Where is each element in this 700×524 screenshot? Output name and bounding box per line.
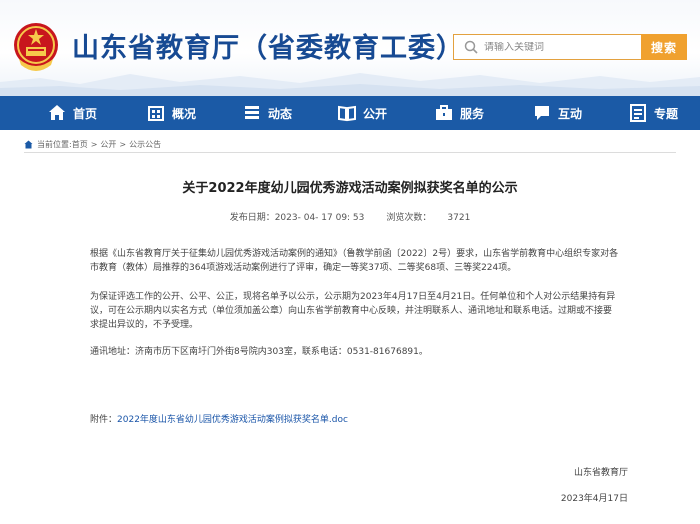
- nav-item-service[interactable]: 服务: [435, 96, 484, 130]
- search-box: [453, 34, 641, 60]
- nav-label-overview: 概况: [172, 106, 197, 121]
- search-icon: [464, 40, 478, 54]
- nav-label-topics: 专题: [654, 106, 679, 121]
- nav-label-home: 首页: [73, 106, 98, 121]
- views-label: 浏览次数：: [386, 213, 432, 223]
- nav-label-news: 动态: [268, 106, 293, 121]
- site-header: 山东省教育厅（省委教育工委） 搜索: [0, 0, 700, 96]
- attachment-link[interactable]: 2022年度山东省幼儿园优秀游戏活动案例拟获奖名单.doc: [117, 415, 348, 425]
- chat-icon: [535, 106, 549, 120]
- views-count: 3721: [447, 213, 471, 223]
- nav-item-news[interactable]: 动态: [243, 96, 292, 130]
- book-icon: [338, 105, 356, 122]
- breadcrumb-separator: >: [119, 140, 127, 149]
- article-paragraph: 通讯地址：济南市历下区南圩门外街8号院内303室，联系电话：0531-81676…: [90, 347, 428, 357]
- nav-item-overview[interactable]: 概况: [147, 96, 196, 130]
- list-icon: [630, 104, 646, 122]
- breadcrumb-item-notices[interactable]: 公示公告: [129, 139, 161, 150]
- breadcrumb-divider: [24, 152, 676, 153]
- signature-date: 2023年4月17日: [560, 494, 628, 504]
- nav-item-public[interactable]: 公开: [338, 96, 387, 130]
- nav-item-interaction[interactable]: 互动: [533, 96, 582, 130]
- stack-icon: [245, 106, 259, 119]
- breadcrumb: 当前位置: 首页 > 公开 > 公示公告: [24, 139, 161, 150]
- attachment: 附件：2022年度山东省幼儿园优秀游戏活动案例拟获奖名单.doc: [90, 412, 348, 425]
- article-paragraph: 根据《山东省教育厅关于征集幼儿园优秀游戏活动案例的通知》（鲁教学前函〔2022〕…: [90, 249, 619, 273]
- nav-label-interaction: 互动: [558, 106, 583, 121]
- search-input[interactable]: [484, 41, 634, 53]
- nav-item-home[interactable]: 首页: [48, 96, 97, 130]
- publish-date: 2023- 04- 17 09: 53: [274, 213, 365, 223]
- breadcrumb-prefix: 当前位置:: [37, 140, 72, 149]
- search-button[interactable]: 搜索: [641, 34, 687, 60]
- main-nav: 首页 概况 动态 公开 服务 互动 专题: [0, 96, 700, 130]
- signature-org: 山东省教育厅: [573, 468, 628, 478]
- briefcase-icon: [436, 105, 452, 120]
- article-meta: 发布日期：2023- 04- 17 09: 53 浏览次数： 3721: [0, 210, 700, 223]
- article-paragraph: 为保证评选工作的公开、公平、公正，现将名单予以公示，公示期为2023年4月17日…: [90, 292, 616, 330]
- publish-date-label: 发布日期：: [229, 213, 275, 223]
- breadcrumb-separator: >: [90, 140, 98, 149]
- attachment-label: 附件：: [90, 415, 118, 425]
- article-title: 关于2022年度幼儿园优秀游戏活动案例拟获奖名单的公示: [182, 181, 518, 196]
- breadcrumb-item-public[interactable]: 公开: [100, 139, 116, 150]
- home-icon: [49, 105, 65, 120]
- nav-label-service: 服务: [460, 106, 485, 121]
- building-icon: [148, 106, 164, 121]
- nav-label-public: 公开: [363, 106, 388, 121]
- breadcrumb-item-home[interactable]: 首页: [72, 139, 88, 150]
- location-home-icon: [24, 140, 33, 149]
- site-title[interactable]: 山东省教育厅（省委教育工委）: [72, 26, 464, 65]
- nav-item-topics[interactable]: 专题: [629, 96, 678, 130]
- national-emblem-icon: [14, 23, 58, 71]
